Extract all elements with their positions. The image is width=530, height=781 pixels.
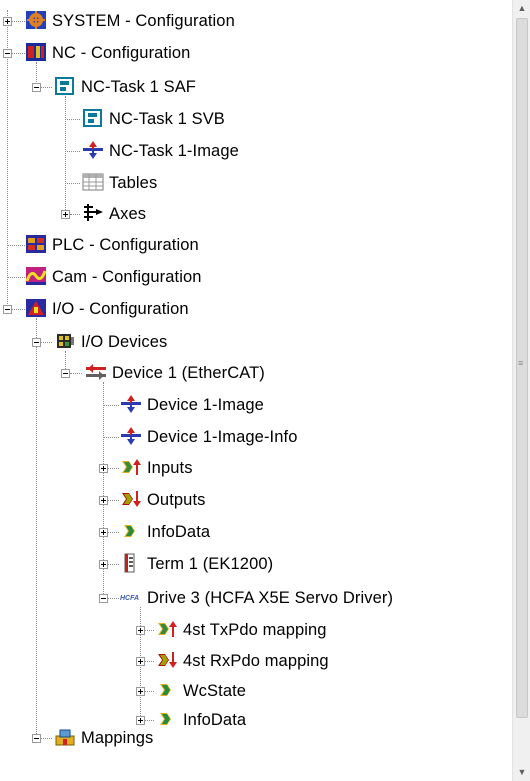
collapse-toggle[interactable]	[32, 83, 41, 92]
hcfa-drive-icon: HCFA	[120, 587, 142, 607]
tree-item-label: Outputs	[147, 491, 206, 509]
image-icon	[120, 394, 142, 414]
nc-task-icon	[82, 108, 104, 128]
tree-item-label: Axes	[109, 205, 147, 223]
ethercat-device-icon	[85, 362, 107, 382]
scrollbar-grip-icon: ≡	[518, 358, 524, 368]
image-icon	[120, 426, 142, 446]
nc-task-icon	[54, 76, 76, 96]
expand-toggle[interactable]	[99, 464, 108, 473]
tree-item-nc-task-1-image[interactable]: NC-Task 1-Image	[0, 137, 500, 165]
axes-icon	[82, 203, 104, 223]
tree-item-4st-rxpdo-mapping[interactable]: 4st RxPdo mapping	[0, 647, 500, 675]
tree-item-label: NC-Task 1 SVB	[109, 110, 225, 128]
expand-toggle[interactable]	[99, 560, 108, 569]
inputs-icon	[120, 457, 142, 477]
tree-item-label: 4st RxPdo mapping	[183, 652, 329, 670]
tree-item-label: PLC - Configuration	[52, 236, 199, 254]
expand-toggle[interactable]	[3, 17, 12, 26]
collapse-toggle[interactable]	[3, 49, 12, 58]
tree-item-plc-configuration[interactable]: PLC - Configuration	[0, 231, 500, 259]
tree-item-term-1-ek1200[interactable]: Term 1 (EK1200)	[0, 550, 500, 578]
tree-item-label: NC-Task 1-Image	[109, 142, 239, 160]
expand-toggle[interactable]	[61, 210, 70, 219]
nc-config-icon	[25, 42, 47, 62]
collapse-toggle[interactable]	[61, 369, 70, 378]
terminal-icon	[120, 553, 142, 573]
mappings-icon	[54, 727, 76, 747]
io-devices-icon	[54, 331, 76, 351]
tree-item-label: Mappings	[81, 729, 154, 747]
tree-item-label: 4st TxPdo mapping	[183, 621, 327, 639]
scroll-down-button[interactable]: ▼	[513, 764, 530, 781]
tree-item-label: InfoData	[147, 523, 211, 541]
expand-toggle[interactable]	[136, 626, 145, 635]
inputs-icon	[156, 619, 178, 639]
system-config-icon	[25, 10, 47, 30]
tree-item-label: Device 1 (EtherCAT)	[112, 364, 265, 382]
tree-item-device-1-image[interactable]: Device 1-Image	[0, 391, 500, 419]
tree-item-label: Device 1-Image	[147, 396, 264, 414]
tree-item-label: WcState	[183, 682, 247, 700]
scroll-up-button[interactable]: ▲	[513, 0, 530, 17]
solution-tree[interactable]: SYSTEM - Configuration NC - Configuratio…	[0, 0, 512, 781]
image-icon	[82, 140, 104, 160]
io-config-icon	[25, 298, 47, 318]
tree-item-label: Drive 3 (HCFA X5E Servo Driver)	[147, 589, 394, 607]
infodata-icon	[120, 521, 142, 541]
expand-toggle[interactable]	[136, 687, 145, 696]
tree-item-label: Cam - Configuration	[52, 268, 202, 286]
plc-config-icon	[25, 234, 47, 254]
expand-toggle[interactable]	[99, 528, 108, 537]
tree-item-axes[interactable]: Axes	[0, 200, 500, 228]
tree-item-system-configuration[interactable]: SYSTEM - Configuration	[0, 7, 500, 35]
cam-config-icon	[25, 266, 47, 286]
expand-toggle[interactable]	[99, 496, 108, 505]
outputs-icon	[120, 489, 142, 509]
tree-item-tables[interactable]: Tables	[0, 169, 500, 197]
tree-item-io-configuration[interactable]: I/O - Configuration	[0, 295, 500, 323]
tree-item-outputs[interactable]: Outputs	[0, 486, 500, 514]
collapse-toggle[interactable]	[3, 305, 12, 314]
tree-item-cam-configuration[interactable]: Cam - Configuration	[0, 263, 500, 291]
tree-item-io-devices[interactable]: I/O Devices	[0, 328, 500, 356]
tree-item-nc-task-1-saf[interactable]: NC-Task 1 SAF	[0, 73, 500, 101]
collapse-toggle[interactable]	[32, 734, 41, 743]
collapse-toggle[interactable]	[99, 594, 108, 603]
tree-item-label: I/O Devices	[81, 333, 168, 351]
tree-item-label: I/O - Configuration	[52, 300, 189, 318]
tree-item-mappings[interactable]: Mappings	[0, 724, 500, 752]
collapse-toggle[interactable]	[32, 338, 41, 347]
expand-toggle[interactable]	[136, 657, 145, 666]
infodata-icon	[156, 680, 178, 700]
svg-text:HCFA: HCFA	[120, 595, 139, 602]
vertical-scrollbar[interactable]: ▲ ≡ ▼	[512, 0, 530, 781]
table-icon	[82, 172, 104, 192]
tree-item-device-1-ethercat[interactable]: Device 1 (EtherCAT)	[0, 359, 500, 387]
tree-item-4st-txpdo-mapping[interactable]: 4st TxPdo mapping	[0, 616, 500, 644]
tree-item-inputs[interactable]: Inputs	[0, 454, 500, 482]
tree-item-label: Term 1 (EK1200)	[147, 555, 274, 573]
tree-item-label: Device 1-Image-Info	[147, 428, 298, 446]
tree-item-label: NC - Configuration	[52, 44, 191, 62]
tree-item-nc-task-1-svb[interactable]: NC-Task 1 SVB	[0, 105, 500, 133]
tree-item-infodata[interactable]: InfoData	[0, 518, 500, 546]
tree-item-nc-configuration[interactable]: NC - Configuration	[0, 39, 500, 67]
tree-item-device-1-image-info[interactable]: Device 1-Image-Info	[0, 423, 500, 451]
tree-item-label: Inputs	[147, 459, 193, 477]
outputs-icon	[156, 650, 178, 670]
tree-item-label: NC-Task 1 SAF	[81, 78, 196, 96]
tree-item-label: Tables	[109, 174, 158, 192]
tree-item-drive-3[interactable]: HCFA Drive 3 (HCFA X5E Servo Driver)	[0, 584, 512, 612]
tree-item-wcstate[interactable]: WcState	[0, 677, 500, 705]
tree-item-label: SYSTEM - Configuration	[52, 12, 235, 30]
scrollbar-thumb[interactable]: ≡	[516, 18, 528, 718]
